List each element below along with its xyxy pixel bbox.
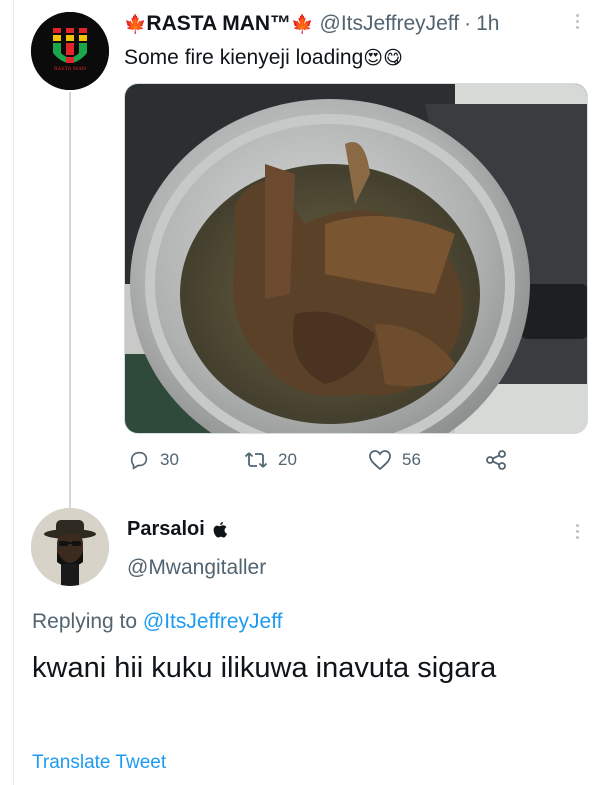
reply-count: 30	[160, 450, 179, 469]
replying-to-link[interactable]: @ItsJeffreyJeff	[143, 610, 283, 633]
tweet-body: Some fire kienyeji loading	[124, 46, 364, 69]
avatar[interactable]	[31, 12, 109, 90]
share-icon	[486, 450, 506, 470]
reply-text: kwani hii kuku ilikuwa inavuta sigara	[32, 652, 497, 684]
thread-line	[69, 92, 71, 508]
retweet-count: 20	[278, 450, 297, 469]
reply-button[interactable]: 30	[128, 449, 179, 471]
reply-author: Parsaloi	[127, 518, 228, 541]
reply-author-name[interactable]: Parsaloi	[127, 518, 205, 541]
author-name[interactable]: RASTA MAN™	[146, 12, 291, 36]
reply-icon	[130, 451, 148, 470]
like-count: 56	[402, 450, 421, 469]
more-options-icon[interactable]	[576, 14, 582, 29]
tweet-text: Some fire kienyeji loading 😍😋	[124, 46, 403, 70]
avatar-caption: RASTA MAN	[53, 66, 87, 72]
retweet-icon	[244, 452, 268, 468]
heart-icon	[369, 450, 391, 471]
left-gutter	[0, 0, 14, 785]
pot-photo-icon	[125, 84, 587, 433]
maple-leaf-icon: 🍁	[291, 13, 314, 34]
rasta-logo-icon	[31, 12, 109, 90]
reply-author-handle[interactable]: @Mwangitaller	[127, 556, 266, 580]
author-handle[interactable]: @ItsJeffreyJeff	[320, 12, 460, 36]
retweet-button[interactable]: 20	[244, 449, 297, 471]
cowboy-avatar-icon	[31, 508, 109, 586]
more-options-icon[interactable]	[576, 524, 582, 539]
like-button[interactable]: 56	[368, 449, 421, 471]
avatar[interactable]	[31, 508, 109, 586]
replying-prefix: Replying to	[32, 610, 138, 633]
tweet-actions: 30 20 56	[128, 449, 528, 479]
timestamp[interactable]: 1h	[476, 12, 499, 36]
apple-icon	[213, 521, 227, 537]
maple-leaf-icon: 🍁	[124, 13, 147, 34]
share-button[interactable]	[484, 449, 508, 471]
tweet-photo[interactable]	[124, 83, 588, 434]
translate-tweet-link[interactable]: Translate Tweet	[32, 752, 166, 774]
replying-to: Replying to @ItsJeffreyJeff	[32, 610, 283, 634]
emoji-icon: 😍😋	[363, 47, 403, 69]
tweet-header: 🍁 RASTA MAN™ 🍁 @ItsJeffreyJeff · 1h	[124, 12, 499, 36]
separator: ·	[464, 12, 472, 35]
